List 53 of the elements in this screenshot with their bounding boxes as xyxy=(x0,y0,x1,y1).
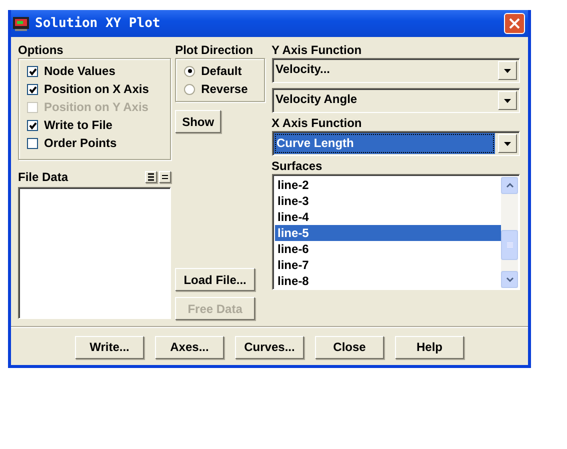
checkbox[interactable] xyxy=(27,120,38,130)
close-button[interactable] xyxy=(504,13,525,34)
surface-item[interactable]: line-7 xyxy=(274,257,501,273)
radio-label: Default xyxy=(201,64,242,78)
file-data-label: File Data xyxy=(18,169,70,185)
surface-item[interactable]: line-5 xyxy=(274,225,501,241)
checkbox[interactable] xyxy=(27,66,38,76)
dropdown-value: Velocity Angle xyxy=(274,91,358,108)
checkbox-label: Node Values xyxy=(44,64,116,78)
surfaces-label: Surfaces xyxy=(272,158,324,174)
list-icon xyxy=(148,173,154,181)
surface-item[interactable]: line-3 xyxy=(274,193,501,209)
surface-item[interactable]: line-4 xyxy=(274,209,501,225)
scroll-bar[interactable] xyxy=(501,177,518,288)
dialog-button[interactable]: Write... xyxy=(75,336,144,358)
checkbox-label: Position on Y Axis xyxy=(44,100,148,114)
file-data-list[interactable] xyxy=(18,187,172,319)
dropdown-value: Velocity... xyxy=(274,61,331,78)
window-title: Solution XY Plot xyxy=(35,16,162,31)
close-icon xyxy=(509,18,520,29)
checkbox-label: Position on X Axis xyxy=(44,82,149,96)
dialog-button[interactable]: Axes... xyxy=(155,336,224,358)
scroll-thumb[interactable] xyxy=(501,230,518,260)
dropdown[interactable]: Velocity Angle xyxy=(272,88,520,113)
equals-icon xyxy=(162,174,168,180)
show-button[interactable]: Show xyxy=(175,110,222,133)
radio-button[interactable] xyxy=(184,66,196,76)
dialog-button[interactable]: Close xyxy=(315,336,384,358)
checkbox-label: Order Points xyxy=(44,136,117,150)
detail-view-button[interactable] xyxy=(159,171,172,183)
scroll-up-icon[interactable] xyxy=(501,177,518,194)
app-icon xyxy=(13,16,29,30)
surface-item[interactable]: line-8 xyxy=(274,273,501,289)
radio-button[interactable] xyxy=(184,84,196,94)
options-label: Options xyxy=(18,42,64,58)
dropdown[interactable]: Curve Length xyxy=(272,131,520,156)
scroll-down-icon[interactable] xyxy=(501,271,518,288)
radio-label: Reverse xyxy=(201,82,248,96)
dialog-button[interactable]: Help xyxy=(395,336,464,358)
checkbox[interactable] xyxy=(27,84,38,94)
dropdown[interactable]: Velocity... xyxy=(272,58,520,83)
plot-direction-label: Plot Direction xyxy=(175,42,254,58)
checkbox[interactable] xyxy=(27,138,38,148)
surface-item[interactable]: line-2 xyxy=(274,177,501,193)
dropdown-value: Curve Length xyxy=(274,133,495,154)
load-file-button[interactable]: Load File... xyxy=(175,268,256,291)
surfaces-list[interactable]: line-2 line-3 line-4 line-5 line-6 line-7 line-8 xyxy=(272,174,520,290)
checkbox-label: Write to File xyxy=(44,118,112,132)
y-axis-function-label: Y Axis Function xyxy=(272,42,363,58)
x-axis-function-label: X Axis Function xyxy=(272,115,363,131)
list-view-button[interactable] xyxy=(145,171,158,183)
dialog-button[interactable]: Curves... xyxy=(235,336,304,358)
surface-item[interactable]: line-6 xyxy=(274,241,501,257)
